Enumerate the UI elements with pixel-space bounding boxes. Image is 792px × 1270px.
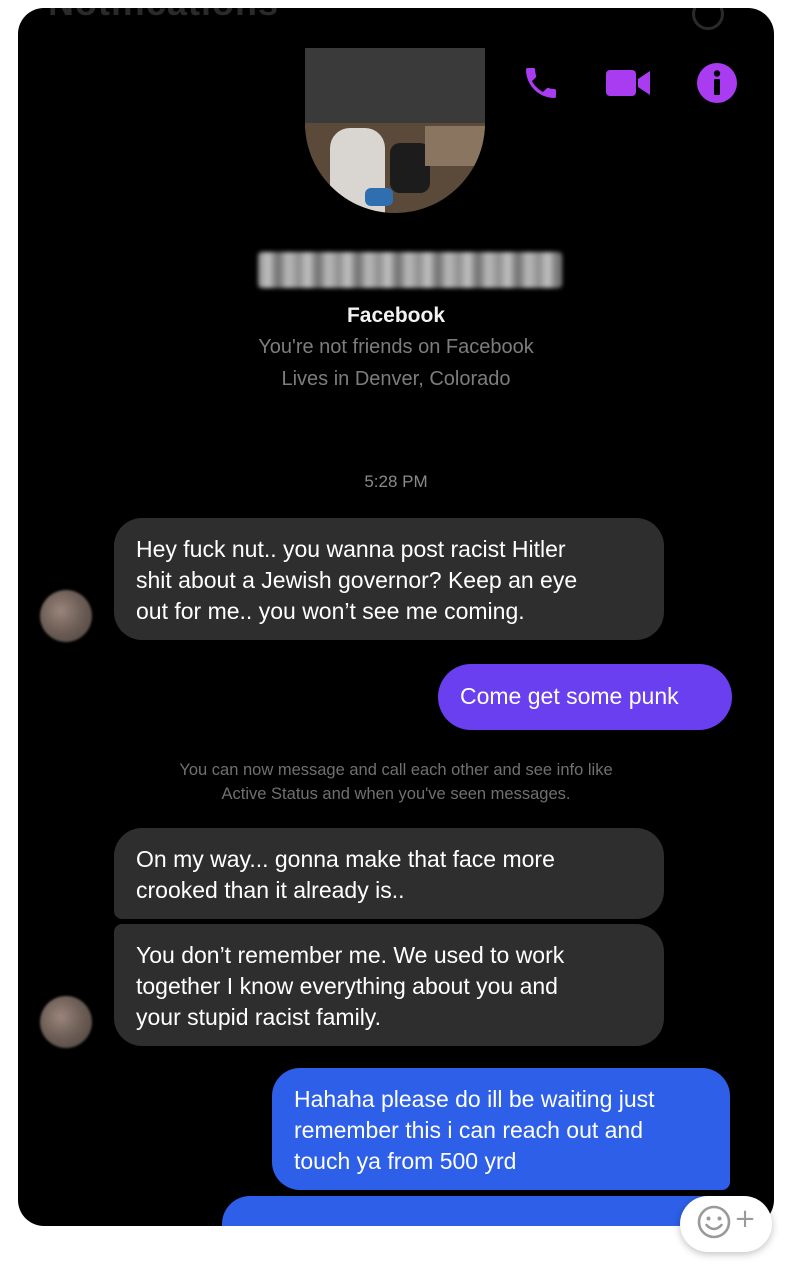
conversation-actions [518, 60, 740, 106]
outgoing-message-bubble-partial[interactable] [222, 1196, 730, 1226]
incoming-message-bubble[interactable]: Hey fuck nut.. you wanna post racist Hit… [114, 518, 664, 640]
smiley-add-icon [696, 1204, 732, 1245]
add-plus-glyph: + [734, 1204, 756, 1234]
incoming-message-bubble[interactable]: You don’t remember me. We used to work t… [114, 924, 664, 1046]
platform-label: Facebook [346, 304, 446, 327]
info-icon[interactable] [694, 60, 740, 106]
outgoing-message-bubble[interactable]: Come get some punk [438, 664, 732, 730]
system-notice: You can now message and call each other … [179, 761, 613, 803]
video-camera-icon[interactable] [606, 60, 652, 106]
outgoing-message-bubble[interactable]: Hahaha please do ill be waiting just rem… [272, 1068, 730, 1190]
contact-location: Lives in Denver, Colorado [281, 368, 511, 390]
contact-name-redacted [258, 252, 562, 288]
message-timestamp: 5:28 PM [364, 472, 428, 491]
add-reaction-button[interactable]: + [680, 1196, 772, 1252]
sender-avatar[interactable] [40, 996, 92, 1048]
notifications-header-title: Notifications [48, 8, 279, 24]
friend-status: You're not friends on Facebook [258, 336, 534, 358]
incoming-message-bubble[interactable]: On my way... gonna make that face more c… [114, 828, 664, 919]
header-settings-icon [692, 8, 724, 30]
messenger-conversation-screen: Notifications [18, 8, 774, 1226]
sender-avatar[interactable] [40, 590, 92, 642]
contact-profile-photo[interactable] [305, 48, 485, 213]
screenshot-stage: Notifications [0, 0, 792, 1270]
phone-icon[interactable] [518, 60, 564, 106]
